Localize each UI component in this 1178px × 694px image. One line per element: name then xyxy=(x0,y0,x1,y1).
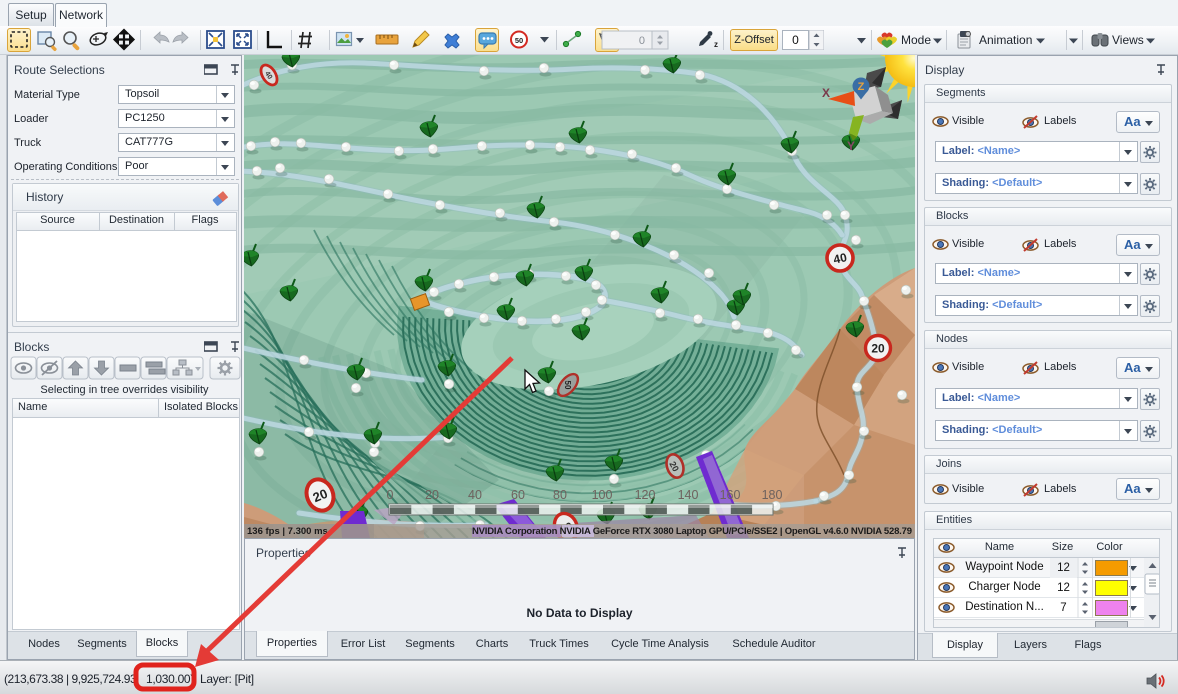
svg-text:20: 20 xyxy=(425,488,439,502)
svg-text:X: X xyxy=(822,86,830,100)
svg-text:136 fps | 7.300 ms: 136 fps | 7.300 ms xyxy=(247,526,328,537)
svg-text:20: 20 xyxy=(871,342,885,356)
svg-text:Y: Y xyxy=(847,139,855,153)
svg-text:160: 160 xyxy=(720,488,741,502)
svg-text:50: 50 xyxy=(515,36,523,45)
svg-text:140: 140 xyxy=(678,488,699,502)
svg-text:0: 0 xyxy=(639,35,645,47)
svg-text:120: 120 xyxy=(635,488,656,502)
svg-text:180: 180 xyxy=(762,488,783,502)
svg-text:z: z xyxy=(714,40,718,49)
svg-text:NVIDIA Corporation NVIDIA GeFo: NVIDIA Corporation NVIDIA GeForce RTX 30… xyxy=(472,526,912,537)
svg-text:80: 80 xyxy=(553,488,567,502)
svg-text:60: 60 xyxy=(511,488,525,502)
svg-text:50: 50 xyxy=(563,381,572,390)
svg-text:Animation: Animation xyxy=(979,33,1032,47)
svg-text:Mode: Mode xyxy=(901,33,931,47)
svg-text:0: 0 xyxy=(387,488,394,502)
svg-text:Views: Views xyxy=(1112,33,1144,47)
svg-text:Z: Z xyxy=(858,81,865,93)
svg-text:40: 40 xyxy=(468,488,482,502)
svg-text:100: 100 xyxy=(592,488,613,502)
